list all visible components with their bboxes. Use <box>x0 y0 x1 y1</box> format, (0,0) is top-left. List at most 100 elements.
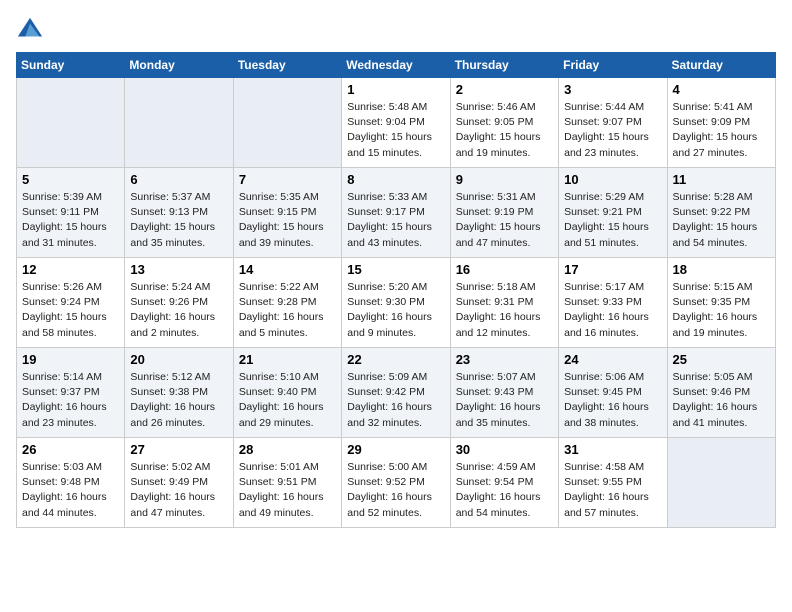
calendar-cell: 5 Sunrise: 5:39 AM Sunset: 9:11 PM Daylig… <box>17 168 125 258</box>
day-info: Sunrise: 5:28 AM Sunset: 9:22 PM Dayligh… <box>673 190 770 251</box>
calendar-cell: 2 Sunrise: 5:46 AM Sunset: 9:05 PM Daylig… <box>450 78 558 168</box>
calendar-cell <box>233 78 341 168</box>
day-number: 3 <box>564 82 661 97</box>
day-number: 24 <box>564 352 661 367</box>
day-info: Sunrise: 5:20 AM Sunset: 9:30 PM Dayligh… <box>347 280 444 341</box>
calendar-cell: 13 Sunrise: 5:24 AM Sunset: 9:26 PM Dayli… <box>125 258 233 348</box>
day-info: Sunrise: 5:41 AM Sunset: 9:09 PM Dayligh… <box>673 100 770 161</box>
weekday-header-friday: Friday <box>559 53 667 78</box>
day-number: 14 <box>239 262 336 277</box>
calendar-table: SundayMondayTuesdayWednesdayThursdayFrid… <box>16 52 776 528</box>
day-info: Sunrise: 5:00 AM Sunset: 9:52 PM Dayligh… <box>347 460 444 521</box>
calendar-cell: 27Sunrise: 5:02 AM Sunset: 9:49 PM Dayli… <box>125 438 233 528</box>
weekday-header-sunday: Sunday <box>17 53 125 78</box>
weekday-header-tuesday: Tuesday <box>233 53 341 78</box>
calendar-cell: 6 Sunrise: 5:37 AM Sunset: 9:13 PM Daylig… <box>125 168 233 258</box>
day-number: 5 <box>22 172 119 187</box>
calendar-cell: 19Sunrise: 5:14 AM Sunset: 9:37 PM Dayli… <box>17 348 125 438</box>
day-number: 30 <box>456 442 553 457</box>
day-number: 8 <box>347 172 444 187</box>
calendar-cell: 11 Sunrise: 5:28 AM Sunset: 9:22 PM Dayli… <box>667 168 775 258</box>
week-row-4: 19Sunrise: 5:14 AM Sunset: 9:37 PM Dayli… <box>17 348 776 438</box>
day-info: Sunrise: 5:46 AM Sunset: 9:05 PM Dayligh… <box>456 100 553 161</box>
day-info: Sunrise: 5:48 AM Sunset: 9:04 PM Dayligh… <box>347 100 444 161</box>
day-number: 2 <box>456 82 553 97</box>
calendar-cell: 16 Sunrise: 5:18 AM Sunset: 9:31 PM Dayli… <box>450 258 558 348</box>
calendar-cell: 22 Sunrise: 5:09 AM Sunset: 9:42 PM Dayli… <box>342 348 450 438</box>
day-info: Sunrise: 5:26 AM Sunset: 9:24 PM Dayligh… <box>22 280 119 341</box>
day-info: Sunrise: 4:59 AM Sunset: 9:54 PM Dayligh… <box>456 460 553 521</box>
day-info: Sunrise: 5:06 AM Sunset: 9:45 PM Dayligh… <box>564 370 661 431</box>
calendar-cell: 23 Sunrise: 5:07 AM Sunset: 9:43 PM Dayli… <box>450 348 558 438</box>
calendar-cell: 18Sunrise: 5:15 AM Sunset: 9:35 PM Dayli… <box>667 258 775 348</box>
page-header <box>16 16 776 44</box>
weekday-header-thursday: Thursday <box>450 53 558 78</box>
day-info: Sunrise: 5:01 AM Sunset: 9:51 PM Dayligh… <box>239 460 336 521</box>
weekday-header-wednesday: Wednesday <box>342 53 450 78</box>
calendar-cell: 9 Sunrise: 5:31 AM Sunset: 9:19 PM Daylig… <box>450 168 558 258</box>
day-number: 19 <box>22 352 119 367</box>
day-info: Sunrise: 5:37 AM Sunset: 9:13 PM Dayligh… <box>130 190 227 251</box>
week-row-1: 1Sunrise: 5:48 AM Sunset: 9:04 PM Daylig… <box>17 78 776 168</box>
day-number: 15 <box>347 262 444 277</box>
calendar-cell: 8Sunrise: 5:33 AM Sunset: 9:17 PM Daylig… <box>342 168 450 258</box>
day-info: Sunrise: 5:18 AM Sunset: 9:31 PM Dayligh… <box>456 280 553 341</box>
calendar-cell: 26 Sunrise: 5:03 AM Sunset: 9:48 PM Dayli… <box>17 438 125 528</box>
calendar-cell <box>125 78 233 168</box>
day-number: 27 <box>130 442 227 457</box>
day-info: Sunrise: 5:05 AM Sunset: 9:46 PM Dayligh… <box>673 370 770 431</box>
calendar-cell: 12 Sunrise: 5:26 AM Sunset: 9:24 PM Dayli… <box>17 258 125 348</box>
day-number: 11 <box>673 172 770 187</box>
calendar-cell: 14 Sunrise: 5:22 AM Sunset: 9:28 PM Dayli… <box>233 258 341 348</box>
day-info: Sunrise: 5:29 AM Sunset: 9:21 PM Dayligh… <box>564 190 661 251</box>
day-number: 23 <box>456 352 553 367</box>
week-row-2: 5 Sunrise: 5:39 AM Sunset: 9:11 PM Daylig… <box>17 168 776 258</box>
day-info: Sunrise: 5:07 AM Sunset: 9:43 PM Dayligh… <box>456 370 553 431</box>
day-info: Sunrise: 5:31 AM Sunset: 9:19 PM Dayligh… <box>456 190 553 251</box>
day-number: 20 <box>130 352 227 367</box>
calendar-cell <box>667 438 775 528</box>
day-info: Sunrise: 5:12 AM Sunset: 9:38 PM Dayligh… <box>130 370 227 431</box>
day-number: 26 <box>22 442 119 457</box>
day-number: 31 <box>564 442 661 457</box>
day-number: 16 <box>456 262 553 277</box>
weekday-header-saturday: Saturday <box>667 53 775 78</box>
day-number: 6 <box>130 172 227 187</box>
logo-icon <box>16 16 44 44</box>
calendar-cell: 31 Sunrise: 4:58 AM Sunset: 9:55 PM Dayli… <box>559 438 667 528</box>
day-number: 12 <box>22 262 119 277</box>
day-info: Sunrise: 5:09 AM Sunset: 9:42 PM Dayligh… <box>347 370 444 431</box>
day-number: 21 <box>239 352 336 367</box>
day-info: Sunrise: 5:24 AM Sunset: 9:26 PM Dayligh… <box>130 280 227 341</box>
weekday-header-monday: Monday <box>125 53 233 78</box>
day-info: Sunrise: 5:22 AM Sunset: 9:28 PM Dayligh… <box>239 280 336 341</box>
calendar-cell: 28 Sunrise: 5:01 AM Sunset: 9:51 PM Dayli… <box>233 438 341 528</box>
day-number: 25 <box>673 352 770 367</box>
day-info: Sunrise: 5:17 AM Sunset: 9:33 PM Dayligh… <box>564 280 661 341</box>
day-info: Sunrise: 5:10 AM Sunset: 9:40 PM Dayligh… <box>239 370 336 431</box>
week-row-5: 26 Sunrise: 5:03 AM Sunset: 9:48 PM Dayli… <box>17 438 776 528</box>
calendar-cell <box>17 78 125 168</box>
day-info: Sunrise: 5:03 AM Sunset: 9:48 PM Dayligh… <box>22 460 119 521</box>
calendar-cell: 30 Sunrise: 4:59 AM Sunset: 9:54 PM Dayli… <box>450 438 558 528</box>
calendar-cell: 7Sunrise: 5:35 AM Sunset: 9:15 PM Daylig… <box>233 168 341 258</box>
day-number: 22 <box>347 352 444 367</box>
day-number: 17 <box>564 262 661 277</box>
day-info: Sunrise: 5:35 AM Sunset: 9:15 PM Dayligh… <box>239 190 336 251</box>
calendar-cell: 17 Sunrise: 5:17 AM Sunset: 9:33 PM Dayli… <box>559 258 667 348</box>
day-number: 18 <box>673 262 770 277</box>
day-number: 13 <box>130 262 227 277</box>
day-info: Sunrise: 4:58 AM Sunset: 9:55 PM Dayligh… <box>564 460 661 521</box>
calendar-cell: 25 Sunrise: 5:05 AM Sunset: 9:46 PM Dayli… <box>667 348 775 438</box>
weekday-header-row: SundayMondayTuesdayWednesdayThursdayFrid… <box>17 53 776 78</box>
day-number: 29 <box>347 442 444 457</box>
day-number: 28 <box>239 442 336 457</box>
calendar-cell: 24 Sunrise: 5:06 AM Sunset: 9:45 PM Dayli… <box>559 348 667 438</box>
day-number: 10 <box>564 172 661 187</box>
calendar-cell: 20 Sunrise: 5:12 AM Sunset: 9:38 PM Dayli… <box>125 348 233 438</box>
day-number: 9 <box>456 172 553 187</box>
logo <box>16 16 48 44</box>
calendar-cell: 29 Sunrise: 5:00 AM Sunset: 9:52 PM Dayli… <box>342 438 450 528</box>
calendar-cell: 15 Sunrise: 5:20 AM Sunset: 9:30 PM Dayli… <box>342 258 450 348</box>
day-info: Sunrise: 5:39 AM Sunset: 9:11 PM Dayligh… <box>22 190 119 251</box>
